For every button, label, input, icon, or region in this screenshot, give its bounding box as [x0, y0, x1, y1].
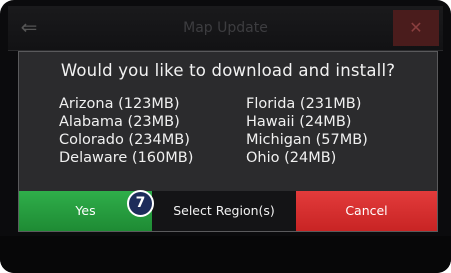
top-bar: ⇐ Map Update ✕ [8, 6, 443, 51]
select-regions-button[interactable]: Select Region(s) [152, 191, 296, 231]
dialog-question: Would you like to download and install? [60, 61, 396, 80]
close-icon[interactable]: ✕ [393, 10, 439, 46]
step-callout-badge: 7 [127, 190, 154, 217]
download-dialog: Would you like to download and install? … [18, 51, 438, 232]
page-title: Map Update [183, 20, 268, 36]
list-item: Ohio (24MB) [246, 150, 337, 166]
list-item: Arizona (123MB) [59, 96, 180, 112]
list-item: Michigan (57MB) [246, 132, 368, 148]
list-item: Alabama (23MB) [59, 114, 180, 130]
list-item: Delaware (160MB) [59, 150, 194, 166]
list-item: Florida (231MB) [246, 96, 362, 112]
dialog-button-bar: Yes Select Region(s) Cancel [19, 191, 437, 231]
cancel-button[interactable]: Cancel [296, 191, 437, 231]
region-list: Arizona (123MB) Florida (231MB) Alabama … [59, 95, 419, 167]
list-item: Hawaii (24MB) [246, 114, 352, 130]
list-item: Colorado (234MB) [59, 132, 190, 148]
infotainment-screen: ⇐ Map Update ✕ Would you like to downloa… [0, 0, 451, 273]
bottom-area [0, 236, 451, 273]
